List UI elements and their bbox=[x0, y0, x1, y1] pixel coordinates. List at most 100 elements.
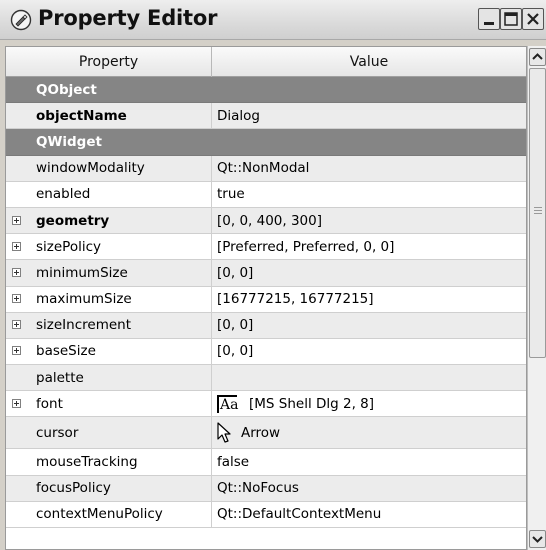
property-row[interactable]: minimumSize [0, 0] bbox=[6, 260, 526, 287]
property-value: [MS Shell Dlg 2, 8] bbox=[249, 395, 375, 412]
property-row[interactable]: sizePolicy [Preferred, Preferred, 0, 0] bbox=[6, 234, 526, 261]
property-name-cell[interactable]: geometry bbox=[6, 207, 212, 234]
property-value-wrap: [0, 0] bbox=[217, 260, 253, 285]
property-value: true bbox=[217, 186, 245, 203]
property-value: [0, 0] bbox=[217, 264, 254, 281]
property-value-cell[interactable]: false bbox=[212, 449, 526, 474]
property-value-wrap: [0, 0] bbox=[217, 313, 253, 338]
property-value-cell[interactable]: [0, 0] bbox=[212, 260, 526, 285]
expand-plus-icon[interactable] bbox=[12, 320, 21, 330]
window-title: Property Editor bbox=[38, 6, 218, 30]
scroll-up-button[interactable] bbox=[529, 48, 546, 66]
property-row[interactable]: cursor Arrow bbox=[6, 417, 526, 450]
property-name-cell[interactable]: objectName bbox=[6, 103, 212, 129]
property-name-cell[interactable]: palette bbox=[6, 365, 212, 391]
property-row[interactable]: enabled true bbox=[6, 181, 526, 208]
property-value-cell[interactable]: Qt::DefaultContextMenu bbox=[212, 502, 526, 527]
property-name: sizePolicy bbox=[36, 238, 102, 255]
expand-plus-icon[interactable] bbox=[12, 241, 21, 251]
expand-plus-icon[interactable] bbox=[12, 294, 21, 304]
property-row[interactable]: geometry [0, 0, 400, 300] bbox=[6, 207, 526, 235]
property-value-cell[interactable]: [0, 0] bbox=[212, 339, 526, 364]
property-name: palette bbox=[36, 369, 84, 386]
property-name-cell[interactable]: sizeIncrement bbox=[6, 312, 212, 338]
property-name: enabled bbox=[36, 186, 91, 203]
maximize-button[interactable] bbox=[500, 8, 522, 30]
property-value-cell[interactable]: Qt::NoFocus bbox=[212, 476, 526, 501]
vertical-scrollbar[interactable] bbox=[527, 46, 546, 550]
property-name: baseSize bbox=[36, 343, 96, 360]
property-value-cell[interactable] bbox=[212, 365, 526, 390]
property-value-wrap: Qt::NonModal bbox=[217, 156, 309, 181]
property-row[interactable]: windowModality Qt::NonModal bbox=[6, 155, 526, 182]
property-value: [Preferred, Preferred, 0, 0] bbox=[217, 238, 395, 255]
property-name-cell[interactable]: sizePolicy bbox=[6, 234, 212, 260]
property-name-cell[interactable]: windowModality bbox=[6, 155, 212, 181]
property-row[interactable]: palette bbox=[6, 365, 526, 392]
expand-plus-icon[interactable] bbox=[12, 215, 21, 225]
property-name: sizeIncrement bbox=[36, 317, 132, 334]
chevron-down-icon bbox=[532, 536, 543, 543]
property-value: Qt::NoFocus bbox=[217, 480, 299, 497]
property-name-cell[interactable]: enabled bbox=[6, 181, 212, 207]
arrow-cursor-icon bbox=[217, 422, 231, 443]
property-value-cell[interactable]: Qt::NonModal bbox=[212, 156, 526, 181]
property-name-cell[interactable]: cursor bbox=[6, 417, 212, 449]
property-row[interactable]: maximumSize [16777215, 16777215] bbox=[6, 286, 526, 313]
group-label: QWidget bbox=[36, 133, 102, 150]
property-table: Property Value QObject objectName Dialog QW… bbox=[5, 46, 527, 550]
scrollbar-thumb[interactable] bbox=[529, 68, 546, 358]
property-value-wrap: Qt::NoFocus bbox=[217, 476, 299, 501]
property-value-cell[interactable]: [Preferred, Preferred, 0, 0] bbox=[212, 234, 526, 259]
property-value-wrap: false bbox=[217, 449, 249, 474]
property-name-cell[interactable]: maximumSize bbox=[6, 286, 212, 312]
property-name: windowModality bbox=[36, 160, 145, 177]
property-value-wrap: Arrow bbox=[217, 417, 280, 448]
property-name-cell[interactable]: mouseTracking bbox=[6, 449, 212, 475]
minimize-button[interactable] bbox=[478, 8, 500, 30]
property-name: focusPolicy bbox=[36, 480, 111, 497]
property-name-cell[interactable]: baseSize bbox=[6, 338, 212, 365]
property-name-cell[interactable]: minimumSize bbox=[6, 260, 212, 286]
property-row[interactable]: focusPolicy Qt::NoFocus bbox=[6, 475, 526, 502]
property-value-cell[interactable]: Aa [MS Shell Dlg 2, 8] bbox=[212, 391, 526, 416]
property-row[interactable]: baseSize [0, 0] bbox=[6, 338, 526, 366]
property-value: [0, 0] bbox=[217, 317, 254, 334]
title-bar[interactable]: Property Editor bbox=[0, 0, 546, 40]
property-name-cell[interactable]: font bbox=[6, 391, 212, 417]
property-value-cell[interactable]: [0, 0] bbox=[212, 313, 526, 338]
table-header: Property Value bbox=[6, 47, 526, 77]
maximize-icon bbox=[504, 12, 518, 26]
property-row[interactable]: font Aa [MS Shell Dlg 2, 8] bbox=[6, 391, 526, 418]
property-value-cell[interactable]: Dialog bbox=[212, 103, 526, 128]
property-row[interactable]: contextMenuPolicy Qt::DefaultContextMenu bbox=[6, 501, 526, 528]
property-name: geometry bbox=[36, 212, 110, 229]
property-value-cell[interactable]: Arrow bbox=[212, 417, 526, 448]
property-value: Arrow bbox=[241, 424, 281, 441]
property-name: maximumSize bbox=[36, 291, 132, 308]
property-value: [0, 0, 400, 300] bbox=[217, 212, 322, 229]
value-column-header[interactable]: Value bbox=[212, 47, 526, 77]
property-value-cell[interactable]: [16777215, 16777215] bbox=[212, 287, 526, 312]
property-value-cell[interactable]: [0, 0, 400, 300] bbox=[212, 208, 526, 233]
minimize-icon bbox=[484, 22, 494, 25]
expand-plus-icon[interactable] bbox=[12, 267, 21, 277]
expand-plus-icon[interactable] bbox=[12, 398, 21, 408]
property-row[interactable]: objectName Dialog bbox=[6, 103, 526, 130]
property-name-cell[interactable]: focusPolicy bbox=[6, 475, 212, 501]
property-value: Dialog bbox=[217, 107, 260, 124]
scrollbar-grip bbox=[534, 207, 542, 216]
property-value-wrap: Qt::DefaultContextMenu bbox=[217, 502, 381, 527]
property-name-cell[interactable]: contextMenuPolicy bbox=[6, 501, 212, 527]
expand-plus-icon[interactable] bbox=[12, 346, 21, 356]
property-row[interactable]: sizeIncrement [0, 0] bbox=[6, 312, 526, 339]
property-column-header[interactable]: Property bbox=[6, 47, 212, 77]
property-row[interactable]: mouseTracking false bbox=[6, 449, 526, 476]
property-value-cell[interactable]: true bbox=[212, 182, 526, 207]
close-button[interactable] bbox=[522, 8, 544, 30]
property-name: contextMenuPolicy bbox=[36, 506, 163, 523]
scroll-down-button[interactable] bbox=[529, 530, 546, 548]
property-value-wrap: [0, 0] bbox=[217, 339, 253, 364]
group-row[interactable]: QWidget bbox=[6, 129, 526, 156]
group-row[interactable]: QObject bbox=[6, 77, 526, 104]
